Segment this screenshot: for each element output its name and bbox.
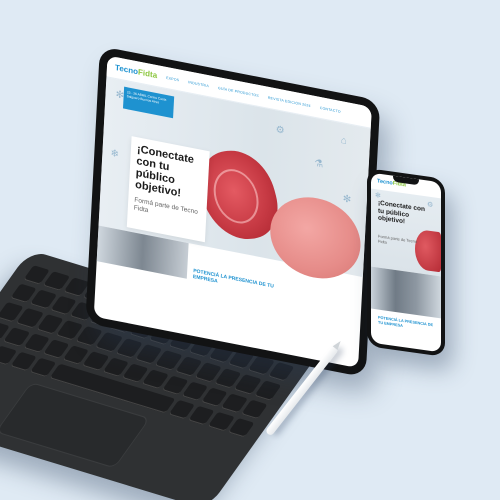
flask-icon: ⚗: [313, 157, 324, 171]
phone-device: TecnoFidta ✻ ⚙ ¡Conectate con tu público…: [367, 168, 445, 357]
factory-icon: ⌂: [340, 134, 348, 148]
cta-heading: POTENCIÁ LA PRESENCIA DE TU EMPRESA: [192, 268, 274, 290]
nav-item-guia[interactable]: GUÍA DE PRODUCTOS: [218, 86, 259, 98]
hero-title: ¡Conectate con tu público objetivo!: [134, 143, 195, 200]
nav-item-expos[interactable]: EXPOS: [166, 75, 179, 82]
phone-crowd-photo: [371, 266, 441, 319]
site-logo[interactable]: TecnoFidta: [115, 63, 158, 80]
hero-card: ¡Conectate con tu público objetivo! Form…: [126, 136, 210, 243]
snowflake-icon: ❄: [110, 147, 120, 161]
nav-item-industria[interactable]: INDUSTRIA: [188, 80, 209, 88]
gear-icon: ⚙: [275, 124, 285, 137]
phone-screen: TecnoFidta ✻ ⚙ ¡Conectate con tu público…: [371, 172, 441, 353]
tablet-screen: TecnoFidta EXPOS INDUSTRIA GUÍA DE PRODU…: [93, 55, 372, 369]
phone-cta-heading: POTENCIÁ LA PRESENCIA DE TU EMPRESA: [378, 315, 433, 328]
nav-item-revista[interactable]: REVISTA EDICIÓN 2024: [268, 95, 311, 107]
tablet-device: TecnoFidta EXPOS INDUSTRIA GUÍA DE PRODU…: [85, 46, 381, 378]
mockup-scene: TecnoFidta EXPOS INDUSTRIA GUÍA DE PRODU…: [0, 0, 500, 500]
snowflake-icon: ✻: [342, 193, 352, 206]
nav-item-contacto[interactable]: CONTACTO: [320, 105, 341, 113]
